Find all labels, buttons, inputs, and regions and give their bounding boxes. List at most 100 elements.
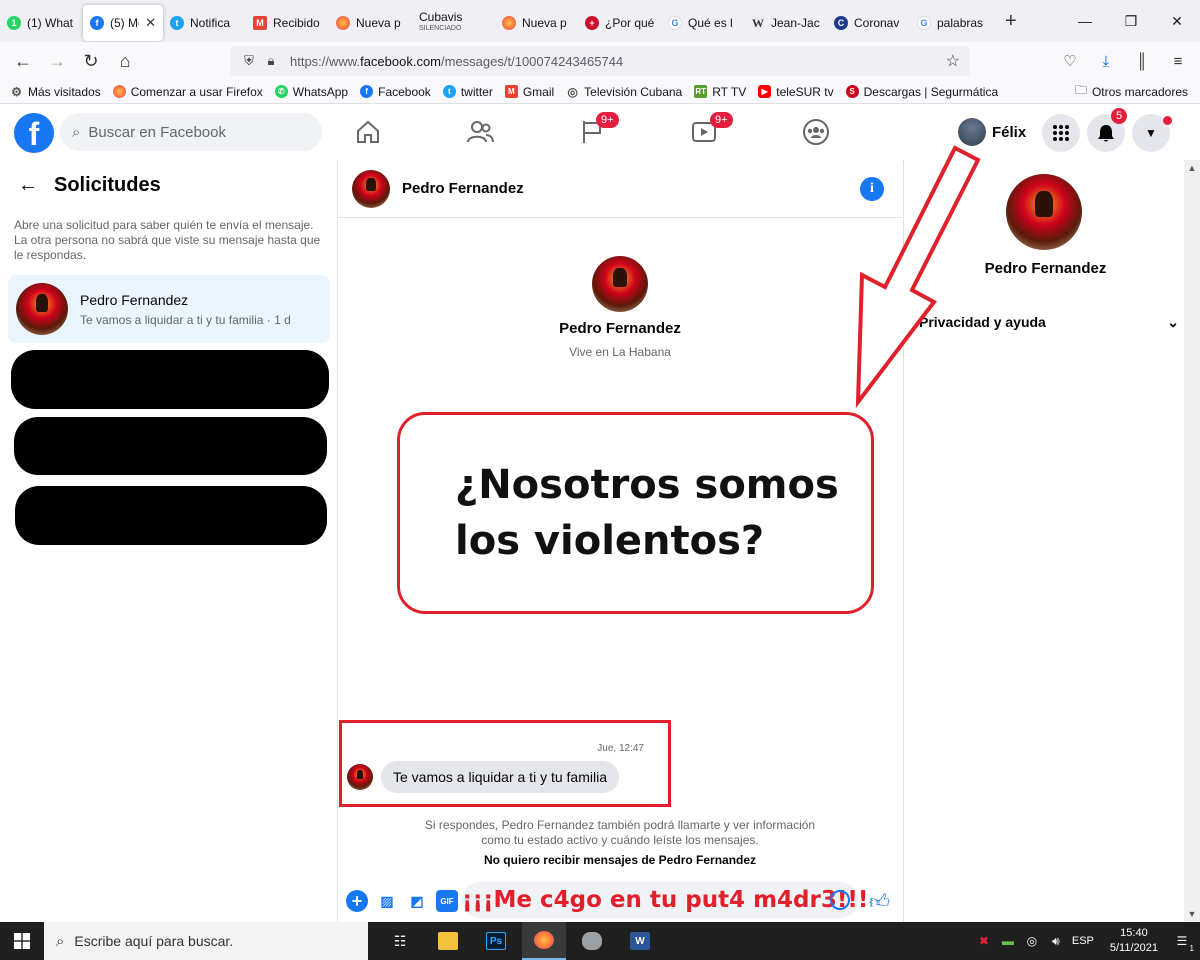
facebook-logo-icon[interactable]: f: [14, 113, 54, 153]
tab-coronavirus[interactable]: C Coronav: [827, 5, 910, 41]
tab-google-que-es[interactable]: G Qué es l: [661, 5, 744, 41]
battery-icon[interactable]: ▬: [1000, 933, 1016, 949]
library-icon[interactable]: ║: [1126, 46, 1158, 76]
bookmark-segurmatica[interactable]: S Descargas | Segurmática: [845, 85, 998, 99]
message-input[interactable]: ¡¡¡Me c4go en tu put4 m4dr3!!!: [462, 882, 868, 918]
taskbar-photoshop[interactable]: Ps: [474, 922, 518, 960]
avatar[interactable]: [1006, 174, 1082, 250]
tab-por-que[interactable]: + ¿Por qué: [578, 5, 661, 41]
pages-badge: 9+: [596, 112, 619, 128]
home-icon[interactable]: ⌂: [108, 46, 142, 76]
notifications-button[interactable]: 5: [1087, 108, 1128, 152]
search-icon: ⌕: [72, 123, 81, 141]
bookmark-mas-visitados[interactable]: ⚙ Más visitados: [10, 85, 101, 99]
close-window-icon[interactable]: ✕: [1154, 0, 1200, 42]
facebook-icon: f: [90, 16, 104, 30]
taskbar-search-input[interactable]: [74, 933, 335, 949]
gif-icon[interactable]: GIF: [436, 890, 458, 912]
shield-icon[interactable]: ⛨: [238, 53, 260, 69]
bookmark-gmail[interactable]: M Gmail: [504, 85, 554, 99]
plus-icon[interactable]: +: [346, 890, 368, 912]
download-icon[interactable]: ⤓: [1090, 46, 1122, 76]
clock[interactable]: 15:40 5/11/2021: [1110, 926, 1158, 956]
sticker-icon[interactable]: ◩: [406, 890, 428, 912]
taskbar-search[interactable]: ⌕: [44, 922, 368, 960]
volume-icon[interactable]: 🔊︎: [1048, 933, 1064, 949]
search-input[interactable]: [88, 123, 289, 141]
avatar: [347, 764, 373, 790]
nav-watch[interactable]: 9+: [648, 104, 760, 160]
new-tab-button[interactable]: +: [1005, 10, 1017, 33]
taskbar-word[interactable]: W: [618, 922, 662, 960]
request-item-pedro[interactable]: Pedro Fernandez Te vamos a liquidar a ti…: [8, 275, 330, 343]
nav-friends[interactable]: [424, 104, 536, 160]
taskbar-firefox[interactable]: [522, 922, 566, 960]
avatar[interactable]: [352, 169, 390, 208]
minimize-icon[interactable]: —: [1062, 0, 1108, 42]
firefox-icon: [112, 85, 126, 98]
menu-grid-button[interactable]: [1042, 114, 1080, 152]
whatsapp-icon: 1: [7, 16, 21, 30]
message-bubble[interactable]: Te vamos a liquidar a ti y tu familia: [381, 761, 619, 793]
privacy-help-section[interactable]: Privacidad y ayuda ⌄: [919, 314, 1179, 331]
tab-palabras[interactable]: G palabras: [910, 5, 993, 41]
reply-note: Si respondes, Pedro Fernandez también po…: [338, 818, 902, 868]
menu-icon[interactable]: ≡: [1162, 46, 1194, 76]
antivirus-icon[interactable]: ✖: [976, 933, 992, 949]
bookmark-twitter[interactable]: t twitter: [442, 85, 493, 99]
tab-new-page-2[interactable]: Nueva p: [495, 5, 578, 41]
bookmark-facebook[interactable]: f Facebook: [360, 85, 431, 99]
language-indicator[interactable]: ESP: [1072, 935, 1094, 947]
facebook-search[interactable]: ⌕: [60, 113, 322, 151]
task-view-button[interactable]: ☷: [378, 922, 422, 960]
tab-whatsapp[interactable]: 1 (1) What: [0, 5, 83, 41]
lock-icon[interactable]: 🔒︎: [260, 53, 282, 69]
other-bookmarks[interactable]: 🗀︎ Otros marcadores: [1075, 81, 1188, 102]
scrollbar[interactable]: ▲ ▼: [1184, 160, 1200, 922]
back-arrow-icon[interactable]: ←: [18, 174, 38, 197]
address-bar[interactable]: ⛨ 🔒︎ https://www.facebook.com/messages/t…: [230, 46, 970, 76]
bookmark-star-icon[interactable]: ☆: [946, 51, 960, 71]
tab-gmail[interactable]: M Recibido: [246, 5, 329, 41]
nav-groups[interactable]: [760, 104, 872, 160]
facebook-header: f ⌕ 9+ 9+ Félix 5 ▼: [0, 104, 1200, 160]
avatar[interactable]: [592, 256, 648, 312]
like-icon[interactable]: 👍︎: [869, 890, 890, 914]
tab-facebook-messages[interactable]: f (5) Me ✕: [83, 5, 163, 41]
segurmatica-icon: S: [845, 85, 859, 98]
bookmark-telesur[interactable]: ▶ teleSUR tv: [758, 85, 834, 99]
network-icon[interactable]: ◎: [1024, 933, 1040, 949]
forward-icon[interactable]: →: [40, 46, 74, 76]
conversation-name[interactable]: Pedro Fernandez: [402, 180, 524, 197]
info-icon[interactable]: i: [860, 177, 884, 201]
reload-icon[interactable]: ↻: [74, 46, 108, 76]
bookmark-television-cubana[interactable]: ◎ Televisión Cubana: [566, 85, 682, 99]
nav-home[interactable]: [312, 104, 424, 160]
tab-twitter[interactable]: t Notifica: [163, 5, 246, 41]
annotation-callout: ¿Nosotros somos los violentos?: [397, 412, 874, 614]
scroll-up-icon[interactable]: ▲: [1184, 160, 1200, 176]
nav-pages[interactable]: 9+: [536, 104, 648, 160]
start-button[interactable]: [0, 922, 44, 960]
tab-new-page-1[interactable]: Nueva p: [329, 5, 412, 41]
notification-center-icon[interactable]: ☰ 1: [1174, 933, 1194, 953]
bookmark-firefox[interactable]: Comenzar a usar Firefox: [112, 85, 263, 99]
url-text[interactable]: https://www.facebook.com/messages/t/1000…: [290, 54, 623, 69]
tab-cubavision[interactable]: Cubavis SILENCIADO: [412, 5, 495, 41]
emoji-icon[interactable]: [830, 890, 850, 910]
scroll-down-icon[interactable]: ▼: [1184, 906, 1200, 922]
account-menu-button[interactable]: ▼: [1132, 114, 1172, 152]
toolbar-right: ♡ ⤓ ║ ≡: [1054, 46, 1194, 76]
image-icon[interactable]: ▨: [376, 890, 398, 912]
tab-wikipedia[interactable]: W Jean-Jac: [744, 5, 827, 41]
profile-shortcut[interactable]: Félix: [958, 118, 1026, 146]
block-messages-link[interactable]: No quiero recibir mensajes de Pedro Fern…: [338, 853, 902, 868]
pocket-icon[interactable]: ♡: [1054, 46, 1086, 76]
restore-icon[interactable]: ❐: [1108, 0, 1154, 42]
taskbar-explorer[interactable]: [426, 922, 470, 960]
close-tab-icon[interactable]: ✕: [145, 15, 156, 31]
taskbar-app-cat[interactable]: [570, 922, 614, 960]
bookmark-rt-tv[interactable]: RT RT TV: [694, 85, 746, 99]
bookmark-whatsapp[interactable]: ✆ WhatsApp: [274, 85, 348, 99]
back-icon[interactable]: ←: [6, 46, 40, 76]
